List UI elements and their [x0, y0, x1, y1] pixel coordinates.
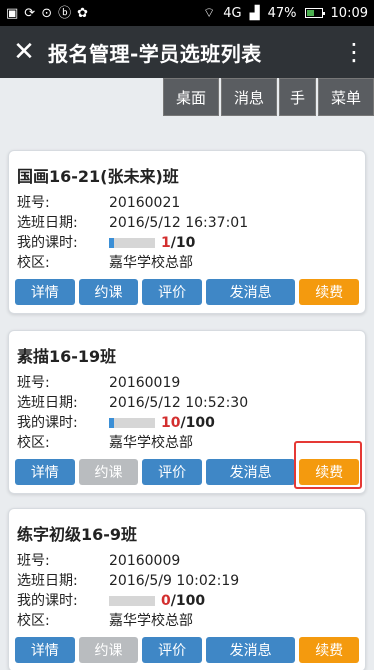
- campus-value: 嘉华学校总部: [109, 613, 193, 629]
- clock: 10:09: [330, 5, 368, 21]
- hours-count: 10/100: [161, 414, 215, 432]
- card-actions: 详情 约课 评价 发消息 续费: [9, 453, 365, 493]
- network-type: 4G: [223, 5, 242, 21]
- app-notification-icon: ⓑ: [58, 5, 72, 21]
- my-hours-label: 我的课时:: [17, 235, 78, 251]
- class-title: 国画16-21(张未来)班: [17, 167, 179, 186]
- select-date-row: 选班日期: 2016/5/9 10:02:19: [9, 571, 365, 591]
- my-hours-label: 我的课时:: [17, 593, 78, 609]
- class-card: 素描16-19班 班号: 20160019 选班日期: 2016/5/12 10…: [8, 330, 366, 494]
- book-button-disabled[interactable]: 约课: [78, 637, 139, 663]
- top-toolbar: 桌面 消息 手 菜单: [162, 78, 374, 116]
- campus-value: 嘉华学校总部: [109, 435, 193, 451]
- class-no-row: 班号: 20160021: [9, 193, 365, 213]
- book-button-disabled[interactable]: 约课: [78, 459, 139, 485]
- close-icon[interactable]: ✕: [0, 26, 48, 78]
- book-button[interactable]: 约课: [78, 279, 139, 305]
- wifi-icon: ⌔: [203, 6, 216, 21]
- hours-count: 1/10: [161, 234, 195, 252]
- hours-total: /100: [180, 415, 215, 431]
- renew-button[interactable]: 续费: [299, 459, 360, 485]
- my-hours-row: 我的课时: 10/100: [9, 413, 365, 433]
- select-date-row: 选班日期: 2016/5/12 10:52:30: [9, 393, 365, 413]
- hours-progress-bar: [109, 238, 155, 248]
- campus-row: 校区: 嘉华学校总部: [9, 433, 365, 453]
- hours-total: /100: [170, 593, 206, 609]
- my-hours-row: 我的课时: 0/100: [9, 591, 365, 611]
- review-button[interactable]: 评价: [142, 637, 202, 663]
- select-date-label: 选班日期:: [17, 395, 78, 411]
- app-bar: ✕ 报名管理-学员选班列表 ⋮: [0, 26, 374, 78]
- toolbar-hand-button[interactable]: 手: [278, 78, 316, 116]
- detail-button[interactable]: 详情: [15, 459, 75, 485]
- class-no-label: 班号:: [17, 375, 50, 391]
- status-right: ⌔ 4G ▟ 47% 10:09: [203, 5, 368, 22]
- class-no-value: 20160021: [109, 195, 181, 211]
- hours-used: 1: [161, 235, 171, 251]
- campus-row: 校区: 嘉华学校总部: [9, 611, 365, 631]
- renew-button[interactable]: 续费: [299, 279, 360, 305]
- class-no-value: 20160019: [109, 375, 181, 391]
- toolbar-menu-button[interactable]: 菜单: [318, 78, 374, 116]
- campus-row: 校区: 嘉华学校总部: [9, 253, 365, 273]
- my-hours-label: 我的课时:: [17, 415, 78, 431]
- send-message-button[interactable]: 发消息: [205, 637, 296, 663]
- card-actions: 详情 约课 评价 发消息 续费: [9, 273, 365, 313]
- select-date-value: 2016/5/12 10:52:30: [109, 395, 249, 411]
- send-message-button[interactable]: 发消息: [205, 459, 296, 485]
- class-no-label: 班号:: [17, 195, 50, 211]
- campus-value: 嘉华学校总部: [109, 255, 193, 271]
- status-notification-icons: ▣ ⟳ ⊙ ⓑ ✿: [6, 7, 88, 20]
- chat-notification-icon: ✿: [77, 5, 89, 21]
- hours-progress-bar: [109, 418, 155, 428]
- campus-label: 校区:: [17, 613, 50, 629]
- page-title: 报名管理-学员选班列表: [48, 41, 262, 66]
- class-no-label: 班号:: [17, 553, 50, 569]
- class-card: 练字初级16-9班 班号: 20160009 选班日期: 2016/5/9 10…: [8, 508, 366, 670]
- select-date-value: 2016/5/12 16:37:01: [109, 215, 249, 231]
- review-button[interactable]: 评价: [142, 279, 202, 305]
- status-bar: ▣ ⟳ ⊙ ⓑ ✿ ⌔ 4G ▟ 47% 10:09: [0, 0, 374, 26]
- card-actions: 详情 约课 评价 发消息 续费: [9, 631, 365, 670]
- campus-label: 校区:: [17, 435, 50, 451]
- select-date-label: 选班日期:: [17, 215, 78, 231]
- class-title: 素描16-19班: [17, 347, 117, 366]
- class-no-row: 班号: 20160019: [9, 373, 365, 393]
- select-date-label: 选班日期:: [17, 573, 78, 589]
- my-hours-row: 我的课时: 1/10: [9, 233, 365, 253]
- alert-notification-icon: ⊙: [41, 5, 53, 21]
- more-vert-icon[interactable]: ⋮: [334, 26, 374, 78]
- toolbar-desktop-button[interactable]: 桌面: [162, 78, 219, 116]
- review-button[interactable]: 评价: [142, 459, 202, 485]
- hours-used: 10: [161, 415, 181, 431]
- hours-count: 0/100: [161, 592, 205, 610]
- hours-progress-bar: [109, 596, 155, 606]
- class-no-row: 班号: 20160009: [9, 551, 365, 571]
- battery-percent: 47%: [267, 5, 297, 21]
- class-no-value: 20160009: [109, 553, 181, 569]
- image-notification-icon: ▣: [6, 5, 19, 21]
- sync-notification-icon: ⟳: [24, 5, 36, 21]
- select-date-row: 选班日期: 2016/5/12 16:37:01: [9, 213, 365, 233]
- class-card: 国画16-21(张未来)班 班号: 20160021 选班日期: 2016/5/…: [8, 150, 366, 314]
- signal-icon: ▟: [249, 5, 260, 21]
- detail-button[interactable]: 详情: [15, 637, 75, 663]
- class-title: 练字初级16-9班: [17, 525, 138, 544]
- campus-label: 校区:: [17, 255, 50, 271]
- battery-icon: [304, 8, 325, 18]
- hours-total: /10: [170, 235, 196, 251]
- detail-button[interactable]: 详情: [15, 279, 75, 305]
- renew-button[interactable]: 续费: [299, 637, 360, 663]
- select-date-value: 2016/5/9 10:02:19: [109, 573, 240, 589]
- hours-used: 0: [161, 593, 171, 609]
- send-message-button[interactable]: 发消息: [205, 279, 296, 305]
- toolbar-messages-button[interactable]: 消息: [220, 78, 277, 116]
